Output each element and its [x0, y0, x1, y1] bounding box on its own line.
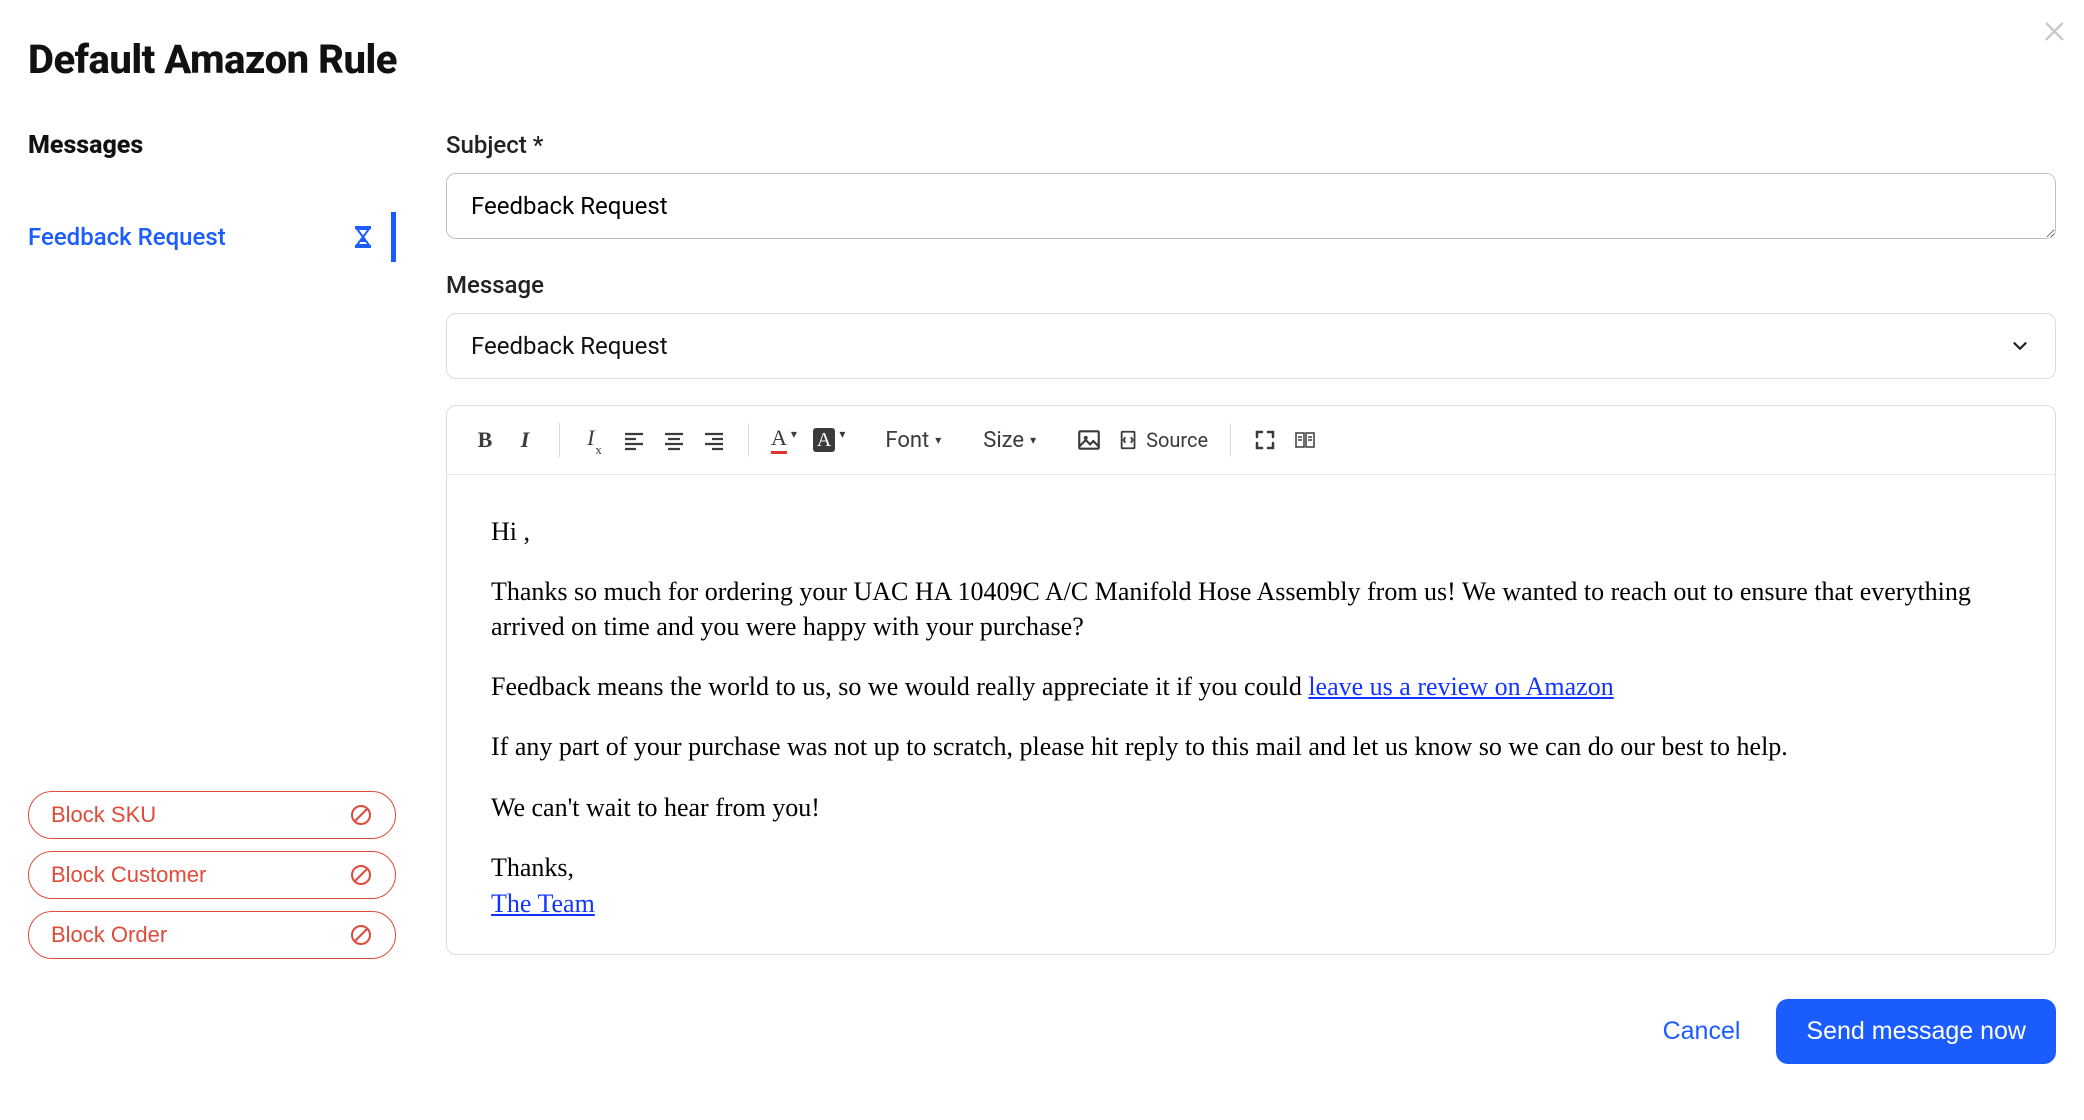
font-size-select[interactable]: Size▾	[973, 420, 1046, 460]
main-panel: Subject * Message Feedback Request B I	[446, 131, 2056, 1064]
sidebar: Messages Feedback Request Block SKU	[28, 131, 396, 262]
subject-label: Subject *	[446, 131, 2056, 159]
body-paragraph-1: Thanks so much for ordering your UAC HA …	[491, 575, 2011, 644]
body-p2-pre: Feedback means the world to us, so we wo…	[491, 672, 1308, 701]
template-select[interactable]: Feedback Request	[446, 313, 2056, 379]
text-color-button[interactable]: A▾	[763, 420, 805, 460]
prohibit-icon	[349, 863, 373, 887]
show-blocks-button[interactable]	[1285, 420, 1325, 460]
remove-format-button[interactable]: Ix	[574, 420, 614, 460]
body-greeting: Hi ,	[491, 515, 2011, 549]
prohibit-icon	[349, 803, 373, 827]
sidebar-item-feedback-request[interactable]: Feedback Request	[28, 212, 396, 262]
image-button[interactable]	[1068, 420, 1110, 460]
align-right-button[interactable]	[694, 420, 734, 460]
font-family-select[interactable]: Font▾	[875, 420, 951, 460]
block-customer-label: Block Customer	[51, 862, 206, 888]
block-order-label: Block Order	[51, 922, 167, 948]
body-paragraph-2: Feedback means the world to us, so we wo…	[491, 670, 2011, 704]
background-color-button[interactable]: A▾	[805, 420, 853, 460]
bold-button[interactable]: B	[465, 420, 505, 460]
body-paragraph-3: If any part of your purchase was not up …	[491, 730, 2011, 764]
body-paragraph-4: We can't wait to hear from you!	[491, 791, 2011, 825]
body-signoff: Thanks,	[491, 851, 2011, 885]
toolbar-separator	[559, 423, 560, 457]
block-order-button[interactable]: Block Order	[28, 911, 396, 959]
italic-button[interactable]: I	[505, 420, 545, 460]
editor-toolbar: B I Ix	[447, 406, 2055, 475]
rich-text-editor: B I Ix	[446, 405, 2056, 955]
send-message-button[interactable]: Send message now	[1776, 999, 2056, 1064]
team-link[interactable]: The Team	[491, 889, 595, 918]
align-left-button[interactable]	[614, 420, 654, 460]
prohibit-icon	[349, 923, 373, 947]
hourglass-icon	[353, 225, 373, 249]
size-label: Size	[983, 428, 1024, 453]
font-label: Font	[885, 428, 929, 453]
toolbar-separator	[748, 423, 749, 457]
form-actions: Cancel Send message now	[446, 999, 2056, 1064]
cancel-button[interactable]: Cancel	[1663, 1017, 1741, 1046]
close-icon[interactable]: ×	[2043, 6, 2066, 50]
source-button[interactable]: Source	[1110, 420, 1216, 460]
block-customer-button[interactable]: Block Customer	[28, 851, 396, 899]
chevron-down-icon	[2009, 335, 2031, 357]
block-sku-label: Block SKU	[51, 802, 156, 828]
editor-body[interactable]: Hi , Thanks so much for ordering your UA…	[447, 475, 2055, 954]
sidebar-item-label: Feedback Request	[28, 223, 226, 251]
subject-input[interactable]	[446, 173, 2056, 239]
maximize-button[interactable]	[1245, 420, 1285, 460]
review-link[interactable]: leave us a review on Amazon	[1308, 672, 1613, 701]
block-sku-button[interactable]: Block SKU	[28, 791, 396, 839]
toolbar-separator	[1230, 423, 1231, 457]
source-label: Source	[1146, 428, 1208, 452]
sidebar-heading: Messages	[28, 131, 396, 160]
align-center-button[interactable]	[654, 420, 694, 460]
template-select-value: Feedback Request	[471, 332, 668, 360]
message-label: Message	[446, 271, 2056, 299]
page-title: Default Amazon Rule	[28, 36, 2056, 83]
